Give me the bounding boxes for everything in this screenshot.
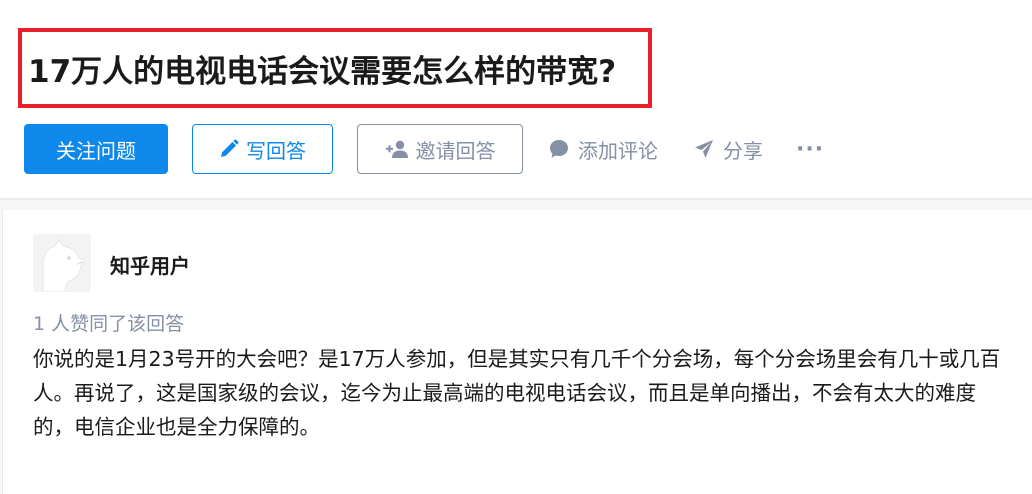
header-divider <box>0 198 1032 200</box>
share-label: 分享 <box>723 138 763 163</box>
author-name[interactable]: 知乎用户 <box>110 250 190 279</box>
share-button[interactable]: 分享 <box>693 124 763 174</box>
follow-question-label: 关注问题 <box>56 138 136 163</box>
share-plane-icon <box>695 140 713 158</box>
invite-answer-label: 邀请回答 <box>415 138 496 163</box>
pencil-icon <box>221 139 239 157</box>
title-highlight-box: 17万人的电视电话会议需要怎么样的带宽? <box>18 28 652 108</box>
question-title: 17万人的电视电话会议需要怎么样的带宽? <box>28 53 617 90</box>
avatar[interactable] <box>33 234 91 292</box>
invite-answer-button[interactable]: 邀请回答 <box>357 124 523 174</box>
vote-count-text: 1 人赞同了该回答 <box>33 313 185 335</box>
default-avatar-icon <box>33 234 91 292</box>
follow-question-button[interactable]: 关注问题 <box>24 124 168 174</box>
more-dots-icon: ··· <box>796 136 825 162</box>
add-comment-label: 添加评论 <box>578 138 658 163</box>
answer-content: 你说的是1月23号开的大会吧？是17万人参加，但是其实只有几千个分会场，每个分会… <box>33 347 1001 439</box>
answer-card: 知乎用户 1 人赞同了该回答 你说的是1月23号开的大会吧？是17万人参加，但是… <box>2 210 1032 494</box>
question-header: 17万人的电视电话会议需要怎么样的带宽? 关注问题 写回答 邀请回答 添加评论 … <box>0 0 1032 200</box>
comment-icon <box>550 140 568 158</box>
add-comment-button[interactable]: 添加评论 <box>548 124 658 174</box>
add-user-icon <box>385 140 408 158</box>
write-answer-button[interactable]: 写回答 <box>192 124 333 174</box>
more-options-button[interactable]: ··· <box>796 124 824 174</box>
write-answer-label: 写回答 <box>246 138 306 163</box>
